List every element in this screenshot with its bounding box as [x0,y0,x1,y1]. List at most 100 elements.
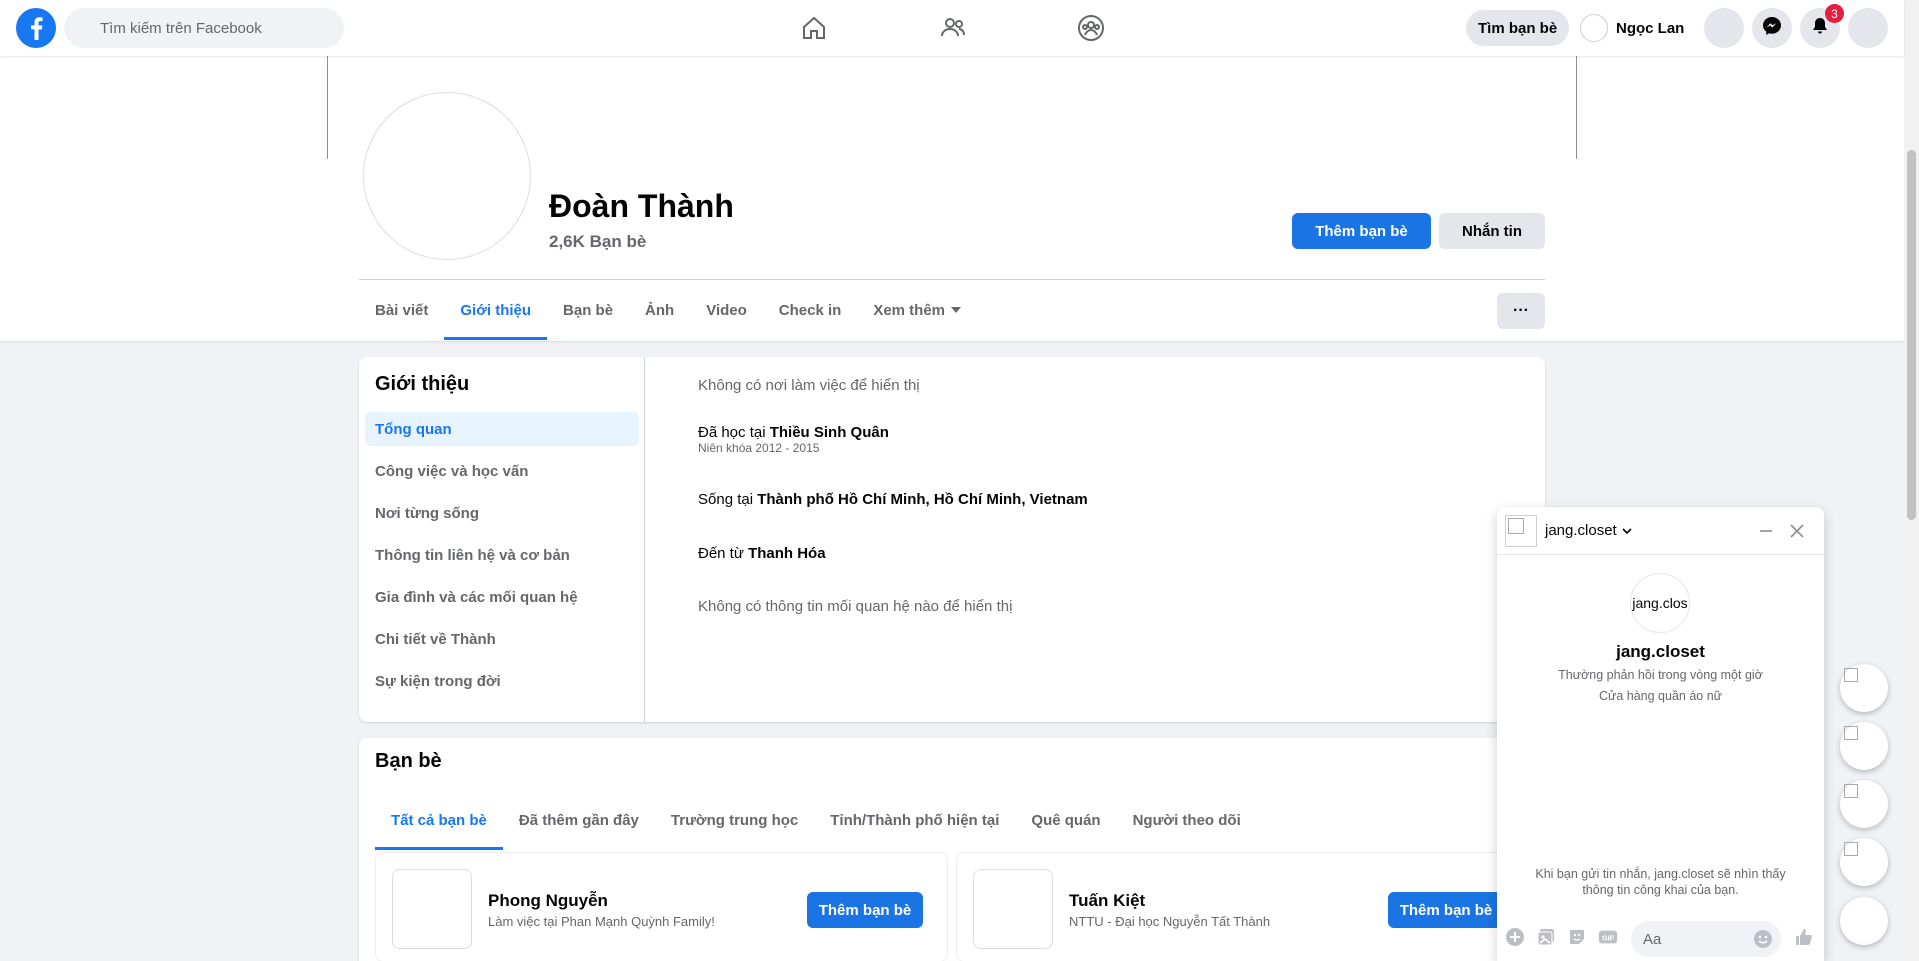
tab-more-label: Xem thêm [873,301,946,319]
chat-bubble[interactable] [1840,838,1888,886]
profile-tabs: Bài viết Giới thiệu Bạn bè Ảnh Video Che… [359,280,977,340]
education-prefix: Đã học tại [698,424,770,441]
school-link[interactable]: Thiều Sinh Quân [770,424,889,441]
facebook-logo-icon[interactable] [16,8,56,48]
emoji-icon[interactable] [1753,929,1773,954]
groups-icon[interactable] [1075,12,1107,44]
friend-card: Phong Nguyễn Làm việc tại Phan Mạnh Quỳn… [375,852,948,961]
chat-bubble[interactable] [1840,664,1888,712]
chevron-down-icon [1622,527,1632,534]
current-city-prefix: Sống tại [698,491,758,508]
tab-posts[interactable]: Bài viết [359,280,444,340]
intro-nav-work-education[interactable]: Công việc và học vấn [365,454,639,488]
message-input-wrapper[interactable] [1631,921,1781,957]
page-scrollbar-thumb[interactable] [1907,150,1916,520]
messenger-button[interactable] [1752,8,1792,48]
chat-composer: GIF [1497,913,1824,961]
friend-photo[interactable] [392,869,472,949]
menu-button[interactable] [1704,8,1744,48]
gif-icon[interactable]: GIF [1598,927,1618,947]
tab-recently-added[interactable]: Đã thêm gần đây [503,790,655,850]
intro-sidebar: Giới thiệu Tổng quan Công việc và học vấ… [359,357,645,722]
account-button[interactable] [1848,8,1888,48]
plus-icon[interactable] [1505,927,1525,947]
intro-title: Giới thiệu [375,373,470,395]
chat-header-title[interactable]: jang.closet [1545,522,1633,539]
hometown-link[interactable]: Thanh Hóa [748,545,826,562]
intro-nav: Tổng quan Công việc và học vấn Nơi từng … [365,412,639,706]
tab-checkin[interactable]: Check in [763,280,858,340]
intro-nav-family[interactable]: Gia đình và các mối quan hệ [365,580,639,614]
profile-shortcut[interactable]: Ngọc Lan [1580,10,1684,46]
friend-card: Tuấn Kiệt NTTU - Đại học Nguyễn Tất Thàn… [956,852,1529,961]
no-relationship-text: Không có thông tin mối quan hệ nào để hi… [698,598,1013,615]
cover-border-right [1576,56,1577,159]
tab-photos[interactable]: Ảnh [629,280,690,340]
more-options-button[interactable]: ··· [1497,293,1545,329]
caret-down-icon [951,307,962,313]
intro-nav-places-lived[interactable]: Nơi từng sống [365,496,639,530]
tab-hometown[interactable]: Quê quán [1015,790,1116,850]
intro-card: Giới thiệu Tổng quan Công việc và học vấ… [359,357,1545,722]
chat-reply-time: Thường phản hồi trong vòng một giờ [1558,668,1763,682]
tab-followers[interactable]: Người theo dõi [1117,790,1257,850]
tab-high-school[interactable]: Trường trung học [655,790,814,850]
hometown-prefix: Đến từ [698,545,749,562]
friend-photo[interactable] [973,869,1053,949]
like-icon[interactable] [1794,927,1814,947]
find-friends-button[interactable]: Tìm bạn bè [1466,10,1570,46]
friends-tabs: Tất cả bạn bè Đã thêm gần đây Trường tru… [375,790,1257,850]
chat-header-name: jang.closet [1545,522,1617,539]
notifications-button[interactable]: 3 [1800,4,1844,48]
friends-title[interactable]: Bạn bè [375,750,442,773]
profile-name: Đoàn Thành [549,188,734,224]
close-icon[interactable] [1785,519,1809,543]
minimize-icon[interactable] [1754,519,1778,543]
friends-icon[interactable] [937,12,969,44]
chat-page-avatar[interactable]: jang.clos [1630,573,1690,633]
intro-nav-life-events[interactable]: Sự kiện trong đời [365,664,639,698]
chat-window: jang.closet jang.clos jang.closet Thường… [1497,507,1824,961]
message-input[interactable] [1643,930,1753,948]
add-friend-button[interactable]: Thêm bạn bè [1292,213,1431,249]
notification-badge: 3 [1825,4,1844,23]
tab-friends[interactable]: Bạn bè [547,280,629,340]
user-name: Ngọc Lan [1616,19,1685,37]
intro-nav-overview[interactable]: Tổng quan [365,412,639,446]
friend-subtitle: Làm việc tại Phan Mạnh Quỳnh Family! [488,914,715,929]
svg-text:GIF: GIF [1602,934,1615,943]
photo-icon[interactable] [1536,927,1556,947]
sticker-icon[interactable] [1567,927,1587,947]
tab-current-city[interactable]: Tỉnh/Thành phố hiện tại [814,790,1015,850]
message-button[interactable]: Nhắn tin [1439,213,1545,249]
friend-subtitle: NTTU - Đại học Nguyễn Tất Thành [1069,914,1271,929]
chat-privacy-notice: Khi bạn gửi tin nhắn, jang.closet sẽ nhì… [1535,867,1786,897]
friends-card: Bạn bè Tất cả bạn bè Đã thêm gần đây Trư… [359,738,1545,961]
chat-header-avatar[interactable] [1505,515,1537,547]
tab-video[interactable]: Video [690,280,763,340]
tab-about[interactable]: Giới thiệu [444,280,547,340]
no-workplace-text: Không có nơi làm việc để hiển thị [698,377,920,394]
chat-bubble[interactable] [1840,780,1888,828]
friend-name[interactable]: Tuấn Kiệt [1069,891,1145,911]
home-icon[interactable] [798,12,830,44]
search-bar[interactable] [64,8,344,48]
profile-picture[interactable] [363,92,531,260]
current-city-link[interactable]: Thành phố Hồ Chí Minh, Hồ Chí Minh, Viet… [757,491,1088,508]
intro-nav-contact-info[interactable]: Thông tin liên hệ và cơ bản [365,538,639,572]
education-row: Đã học tại Thiều Sinh Quân [698,424,889,441]
add-friend-button[interactable]: Thêm bạn bè [1388,892,1504,928]
intro-nav-details[interactable]: Chi tiết về Thành [365,622,639,656]
chat-page-category: Cửa hàng quần áo nữ [1598,689,1723,703]
chat-bubble[interactable] [1840,722,1888,770]
new-message-bubble[interactable] [1840,897,1888,945]
hometown-row: Đến từ Thanh Hóa [698,545,826,562]
tab-all-friends[interactable]: Tất cả bạn bè [375,790,503,850]
current-city-row: Sống tại Thành phố Hồ Chí Minh, Hồ Chí M… [698,491,1088,508]
friends-count[interactable]: 2,6K Bạn bè [549,232,646,252]
add-friend-button[interactable]: Thêm bạn bè [807,892,923,928]
chat-page-name[interactable]: jang.closet [1497,642,1824,662]
tab-more[interactable]: Xem thêm [857,280,977,340]
search-input[interactable] [100,19,320,37]
friend-name[interactable]: Phong Nguyễn [488,891,608,911]
